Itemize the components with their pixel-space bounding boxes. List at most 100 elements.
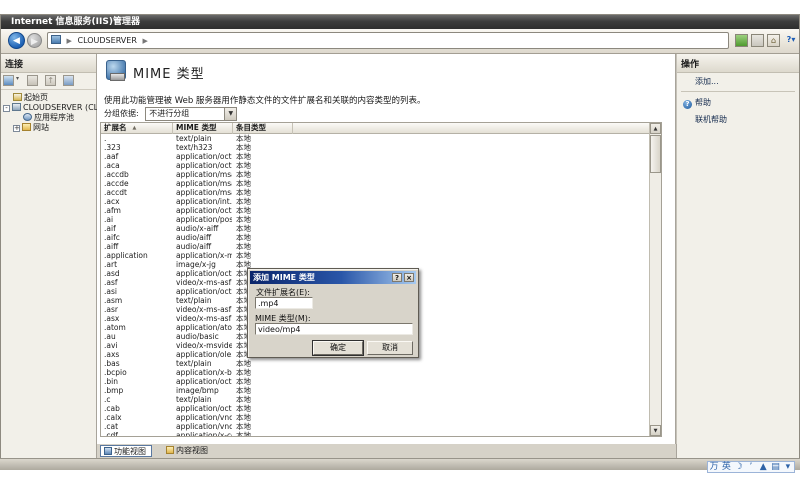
column-header-extension[interactable]: 扩展名▲ [101,123,173,134]
vertical-scrollbar[interactable]: ▲ ▼ [649,123,661,436]
back-button[interactable]: ◀ [8,32,25,49]
extension-cell: .bmp [104,386,172,395]
entry-type-cell: 本地 [236,431,292,437]
table-row[interactable]: .aiapplication/pos...本地 [101,215,649,224]
extension-cell: .aaf [104,152,172,161]
scroll-up-icon[interactable]: ▲ [650,123,661,134]
tab-label: 功能视图 [114,447,146,456]
mime-type-cell: audio/aiff [176,233,232,242]
cancel-button[interactable]: 取消 [367,341,413,355]
address-bar[interactable]: ▶ CLOUDSERVER ▶ [47,32,729,49]
table-row[interactable]: .cabapplication/oct...本地 [101,404,649,413]
table-row[interactable]: .ctext/plain本地 [101,395,649,404]
mime-type-cell: application/msa... [176,188,232,197]
mime-type-cell: video/x-msvideo [176,341,232,350]
ime-input-mode-icon[interactable]: 万 [708,462,720,472]
tree-item[interactable]: 应用程序池 [1,113,96,123]
create-connection-caret-icon[interactable]: ▾ [16,75,19,82]
save-connection-icon[interactable] [27,75,38,86]
table-row[interactable]: .bcpioapplication/x-b...本地 [101,368,649,377]
table-row[interactable]: .accdtapplication/msa...本地 [101,188,649,197]
mime-type-input[interactable] [255,323,413,335]
column-header-mime-type[interactable]: MIME 类型 [173,123,233,134]
forward-button[interactable]: ▶ [27,33,42,48]
add-mime-type-dialog: 添加 MIME 类型 ? × 文件扩展名(E): MIME 类型(M): 确定 … [247,268,419,358]
extension-cell: .asr [104,305,172,314]
table-row[interactable]: .aifaudio/x-aiff本地 [101,224,649,233]
tree-item[interactable]: 起始页 [1,93,96,103]
table-row[interactable]: .afmapplication/oct...本地 [101,206,649,215]
dialog-close-button[interactable]: × [404,273,414,282]
extension-cell: .axs [104,350,172,359]
mime-type-cell: text/h323 [176,143,232,152]
stop-icon[interactable] [751,34,764,47]
scroll-down-icon[interactable]: ▼ [650,425,661,436]
table-row[interactable]: .bastext/plain本地 [101,359,649,368]
connections-toolbar: ▾ ↑ [1,73,96,90]
table-row[interactable]: .cdfapplication/x-cdf本地 [101,431,649,437]
delete-connection-icon[interactable] [63,75,74,86]
up-icon[interactable]: ↑ [45,75,56,86]
mime-type-cell: video/x-ms-asf [176,305,232,314]
mime-type-cell: application/ole... [176,350,232,359]
column-header-entry-type[interactable]: 条目类型 [233,123,293,134]
table-row[interactable]: .binapplication/oct...本地 [101,377,649,386]
dialog-help-button[interactable]: ? [392,273,402,282]
mime-type-cell: application/ato... [176,323,232,332]
table-row[interactable]: .aafapplication/oct...本地 [101,152,649,161]
breadcrumb[interactable]: CLOUDSERVER [77,36,136,45]
table-row[interactable]: .aifcaudio/aiff本地 [101,233,649,242]
breadcrumb-chevron-icon[interactable]: ▶ [139,37,150,45]
extension-cell: .accdb [104,170,172,179]
sort-ascending-icon: ▲ [133,125,137,131]
table-row[interactable]: .catapplication/vnd...本地 [101,422,649,431]
table-row[interactable]: .bmpimage/bmp本地 [101,386,649,395]
table-row[interactable]: .acaapplication/oct...本地 [101,161,649,170]
back-icon: ◀ [13,36,20,46]
table-row[interactable]: .calxapplication/vnd...本地 [101,413,649,422]
help-action-link[interactable]: ?帮助 [677,94,799,111]
tree-item[interactable]: -CLOUDSERVER (CLOUDSE [1,103,96,113]
view-tabs-strip: 功能视图 内容视图 [97,444,677,458]
extension-cell: .afm [104,206,172,215]
table-row[interactable]: .aiffaudio/aiff本地 [101,242,649,251]
expand-icon[interactable]: + [13,125,20,132]
create-connection-icon[interactable] [3,75,14,86]
help-label: 帮助 [695,98,711,107]
help-menu-button[interactable]: ?▾ [783,34,799,47]
ime-options-icon[interactable]: ▾ [782,462,794,472]
ime-softkeyboard-icon[interactable]: ▲ [757,462,769,472]
tab-content-view[interactable]: 内容视图 [163,445,213,457]
table-row[interactable]: .accdeapplication/msa...本地 [101,179,649,188]
extension-cell: .art [104,260,172,269]
extension-cell: .asi [104,287,172,296]
browse-website-icon[interactable] [735,34,748,47]
collapse-icon[interactable]: - [3,105,10,112]
mime-type-cell: application/oct... [176,152,232,161]
extension-cell: .asf [104,278,172,287]
ime-punctuation-icon[interactable]: ’ [745,462,757,472]
ok-button[interactable]: 确定 [313,341,363,355]
file-extension-input[interactable] [255,297,313,309]
tree-item[interactable]: +网站 [1,123,96,133]
page-title: MIME 类型 [133,63,205,82]
table-row[interactable]: .323text/h323本地 [101,143,649,152]
online-help-action-link[interactable]: 联机帮助 [677,111,799,127]
tab-features-view[interactable]: 功能视图 [100,445,152,457]
ime-keyboard-icon[interactable]: ▤ [769,462,781,472]
dialog-titlebar: 添加 MIME 类型 ? × [250,271,416,284]
table-row[interactable]: .text/plain本地 [101,134,649,143]
ime-fullwidth-icon[interactable]: ☽ [733,462,745,472]
scrollbar-thumb[interactable] [650,135,661,173]
entry-type-cell: 本地 [236,161,292,170]
add-action-link[interactable]: 添加... [677,73,799,89]
group-by-dropdown[interactable]: 不进行分组 ▼ [145,107,237,121]
table-row[interactable]: .applicationapplication/x-m...本地 [101,251,649,260]
chevron-down-icon[interactable]: ▼ [224,108,236,120]
column-header-label: MIME 类型 [176,123,216,132]
table-row[interactable]: .acxapplication/int...本地 [101,197,649,206]
extension-cell: .asx [104,314,172,323]
table-row[interactable]: .accdbapplication/msa...本地 [101,170,649,179]
home-icon[interactable]: ⌂ [767,34,780,47]
ime-language-icon[interactable]: 英 [720,462,732,472]
